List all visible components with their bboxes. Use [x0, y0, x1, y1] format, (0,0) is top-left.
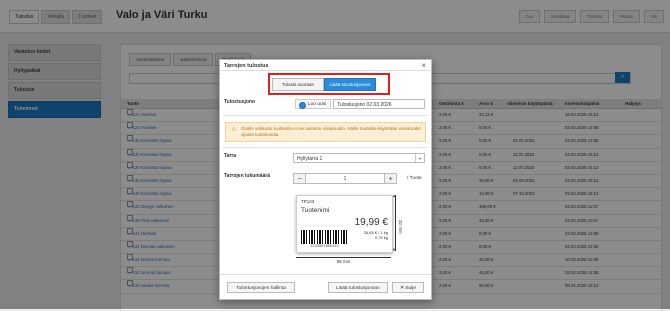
preview-unit-info: 26,65 € / 1 kg 0,75 kg	[364, 230, 388, 240]
preview-name: Tuotenimi	[301, 207, 330, 214]
width-dimension-label: 58 mm	[336, 259, 351, 264]
divider	[223, 115, 428, 116]
radio-label: Luo uusi	[308, 102, 327, 107]
print-direct-button[interactable]: Tulosta suoraan	[272, 78, 324, 91]
divider	[223, 147, 428, 148]
barcode-icon	[301, 230, 348, 244]
label-print-dialog: Tarrojen tulostus × Tulosta suoraan Lisä…	[219, 59, 432, 300]
decrement-button[interactable]: −	[293, 173, 306, 184]
barcode-number: 1234567890123	[310, 244, 339, 248]
quantity-stepper: − 1 +	[293, 173, 397, 184]
height-dimension-label: 32 mm	[398, 220, 403, 234]
warning-text: Osalle valituista tuotteista ei ole aset…	[241, 126, 421, 137]
preview-price: 19,99 €	[354, 217, 388, 228]
label-type-select[interactable]: Hyllytarra 1 ▾	[293, 153, 425, 163]
dialog-title: Tarrojen tulostus	[224, 63, 269, 69]
preview-weight: 0,75 kg	[374, 235, 388, 240]
per-product-label: / Tuote	[407, 176, 422, 181]
label-count-label: Tarrojen lukumäärä	[224, 173, 271, 179]
create-new-radio[interactable]: Luo uusi	[295, 99, 331, 109]
height-dimension-line	[395, 195, 396, 251]
arrow-up-icon: ▲	[392, 193, 396, 198]
width-dimension-line	[296, 257, 391, 258]
queue-label: Tulostusjono	[224, 99, 256, 105]
warning-icon: ⚠	[231, 127, 237, 133]
divider	[220, 70, 431, 71]
radio-dot-icon	[299, 102, 306, 109]
close-icon[interactable]: ×	[421, 61, 426, 70]
manage-queues-button[interactable]: Tulostusjonojen hallinta	[227, 282, 295, 293]
arrow-down-icon: ▼	[392, 247, 396, 252]
close-button[interactable]: ✕ Sulje	[392, 282, 424, 293]
queue-name-input[interactable]: Tulostusjono 02.03.2026	[333, 99, 425, 109]
chevron-down-icon: ▾	[415, 154, 424, 162]
divider	[220, 274, 431, 275]
label-type-value: Hyllytarra 1	[297, 156, 323, 162]
increment-button[interactable]: +	[384, 173, 397, 184]
preview-sku: TP123	[301, 199, 315, 204]
close-button-label: Sulje	[405, 286, 417, 291]
add-to-queue-mode-button[interactable]: Lisää tulostusjonoon	[324, 78, 376, 91]
quantity-input[interactable]: 1	[306, 173, 384, 184]
label-type-label: Tarra	[224, 153, 237, 159]
print-mode-toggle: Tulosta suoraan Lisää tulostusjonoon	[272, 78, 376, 91]
add-to-queue-button[interactable]: Lisää tulostusjonoon	[328, 282, 388, 293]
warning-alert: ⚠ Osalle valituista tuotteista ei ole as…	[225, 122, 426, 142]
label-preview: TP123 Tuotenimi 19,99 € 26,65 € / 1 kg 0…	[296, 195, 393, 253]
